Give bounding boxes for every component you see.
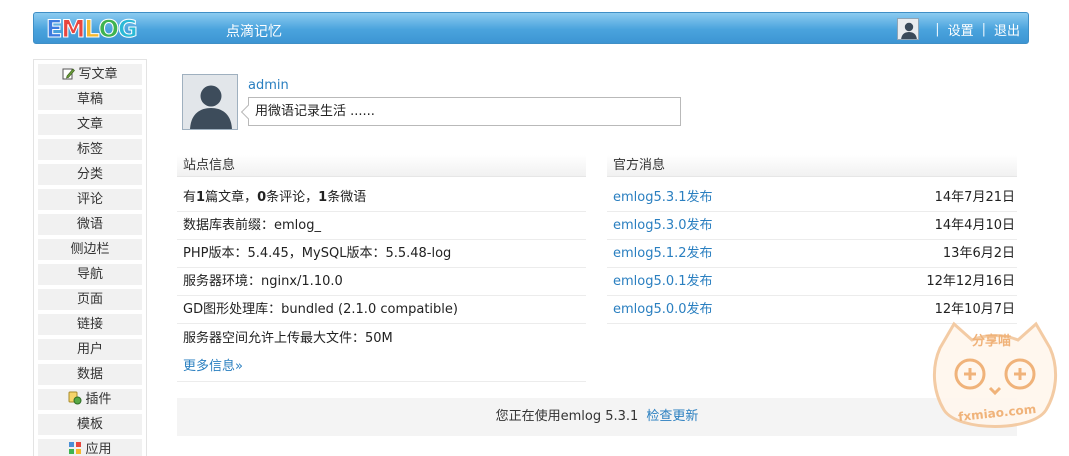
sidebar-item-data[interactable]: 数据 — [38, 364, 142, 385]
sidebar-item-categories[interactable]: 分类 — [38, 164, 142, 185]
sidebar-item-templates[interactable]: 模板 — [38, 414, 142, 435]
watermark-top-text: 分享喵 — [972, 334, 1012, 349]
header-separator: | — [981, 21, 986, 37]
sidebar-item-label: 草稿 — [76, 92, 103, 107]
sidebar-menu: 写文章 草稿 文章 标签 分类 评论 微语 侧边栏 导航 页面 链接 用户 数据… — [33, 59, 147, 456]
watermark-cat-logo: 分享喵 fxmiao.com — [928, 318, 1062, 442]
logo-letter-m: M — [61, 15, 86, 43]
server-env-row: 服务器环境：nginx/1.10.0 — [177, 268, 586, 296]
news-title-link[interactable]: emlog5.3.1发布 — [613, 184, 713, 212]
sidebar-item-drafts[interactable]: 草稿 — [38, 89, 142, 110]
stats-text: 条微语 — [327, 190, 367, 205]
news-item: emlog5.0.1发布 12年12月16日 — [607, 268, 1017, 296]
official-news-heading: 官方消息 — [607, 155, 1017, 177]
stats-text: 篇文章， — [205, 190, 258, 205]
news-title-link[interactable]: emlog5.3.0发布 — [613, 212, 713, 240]
sidebar-item-label: 微语 — [76, 217, 103, 232]
sidebar-item-write-post[interactable]: 写文章 — [38, 64, 142, 85]
news-date: 14年4月10日 — [934, 218, 1015, 233]
logo-letter-g: G — [118, 15, 139, 43]
sidebar-item-pages[interactable]: 页面 — [38, 289, 142, 310]
sidebar-item-label: 标签 — [76, 142, 103, 157]
pencil-icon — [62, 66, 76, 87]
header-user-area: | 设置 | 退出 — [897, 17, 1020, 41]
logo-letter-o: O — [98, 15, 119, 43]
sidebar-item-twitter[interactable]: 微语 — [38, 214, 142, 235]
emlog-logo[interactable]: E M L O G — [45, 15, 139, 43]
db-prefix-row: 数据库表前缀：emlog_ — [177, 212, 586, 240]
logout-link[interactable]: 退出 — [994, 20, 1020, 39]
sidebar-item-label: 文章 — [76, 117, 103, 132]
sidebar-item-widgets[interactable]: 侧边栏 — [38, 239, 142, 260]
divider — [177, 381, 586, 382]
header-separator: | — [935, 21, 940, 37]
sidebar-item-label: 应用 — [85, 442, 112, 456]
logo-letter-e: E — [45, 15, 62, 43]
sidebar-item-label: 插件 — [85, 392, 112, 407]
stats-text: 条评论， — [266, 190, 319, 205]
user-avatar-icon[interactable] — [897, 18, 920, 40]
profile-username-link[interactable]: admin — [248, 78, 289, 93]
plugin-icon — [68, 391, 82, 412]
stats-text: 有 — [183, 190, 197, 205]
site-name[interactable]: 点滴记忆 — [226, 21, 282, 41]
logo-letter-l: L — [84, 15, 100, 43]
news-item: emlog5.1.2发布 13年6月2日 — [607, 240, 1017, 268]
php-version-row: PHP版本：5.4.45，MySQL版本：5.5.48-log — [177, 240, 586, 268]
gd-library-row: GD图形处理库：bundled (2.1.0 compatible) — [177, 296, 586, 324]
sidebar-item-label: 导航 — [76, 267, 103, 282]
sidebar-item-posts[interactable]: 文章 — [38, 114, 142, 135]
news-title-link[interactable]: emlog5.0.1发布 — [613, 268, 713, 296]
news-date: 12年12月16日 — [926, 274, 1015, 289]
sidebar-item-label: 模板 — [76, 417, 103, 432]
more-info-link[interactable]: 更多信息» — [183, 359, 243, 375]
sidebar-item-label: 页面 — [76, 292, 103, 307]
news-title-link[interactable]: emlog5.1.2发布 — [613, 240, 713, 268]
news-title-link[interactable]: emlog5.0.0发布 — [613, 296, 713, 324]
sidebar-item-links[interactable]: 链接 — [38, 314, 142, 335]
sidebar-item-label: 写文章 — [78, 67, 118, 82]
app-icon — [68, 441, 82, 456]
sidebar-item-plugins[interactable]: 插件 — [38, 389, 142, 410]
twitter-status-box[interactable]: 用微语记录生活 ...... — [248, 97, 681, 126]
check-update-link[interactable]: 检查更新 — [646, 409, 698, 424]
sidebar-item-label: 用户 — [76, 342, 103, 357]
version-bar: 您正在使用emlog 5.3.1 检查更新 — [177, 398, 1017, 436]
sidebar-item-apps[interactable]: 应用 — [38, 439, 142, 456]
sidebar-item-label: 评论 — [76, 192, 103, 207]
news-item: emlog5.3.1发布 14年7月21日 — [607, 184, 1017, 212]
news-date: 13年6月2日 — [942, 246, 1015, 261]
site-stats-row: 有1篇文章，0条评论，1条微语 — [177, 184, 586, 212]
settings-link[interactable]: 设置 — [948, 20, 974, 39]
sidebar-item-label: 链接 — [76, 317, 103, 332]
twitter-count: 1 — [318, 190, 328, 205]
sidebar-item-label: 数据 — [76, 367, 103, 382]
sidebar-item-users[interactable]: 用户 — [38, 339, 142, 360]
top-header: E M L O G 点滴记忆 | 设置 | 退出 — [33, 12, 1029, 44]
sidebar-item-comments[interactable]: 评论 — [38, 189, 142, 210]
version-text: 您正在使用emlog 5.3.1 — [495, 409, 639, 424]
news-item: emlog5.3.0发布 14年4月10日 — [607, 212, 1017, 240]
comment-count: 0 — [257, 190, 267, 205]
upload-limit-row: 服务器空间允许上传最大文件：50M — [183, 331, 393, 346]
sidebar-item-label: 分类 — [76, 167, 103, 182]
post-count: 1 — [196, 190, 206, 205]
profile-avatar[interactable] — [182, 74, 238, 130]
sidebar-item-navigation[interactable]: 导航 — [38, 264, 142, 285]
sidebar-item-tags[interactable]: 标签 — [38, 139, 142, 160]
site-info-heading: 站点信息 — [177, 155, 586, 177]
news-date: 14年7月21日 — [934, 190, 1015, 205]
sidebar-item-label: 侧边栏 — [70, 242, 110, 257]
